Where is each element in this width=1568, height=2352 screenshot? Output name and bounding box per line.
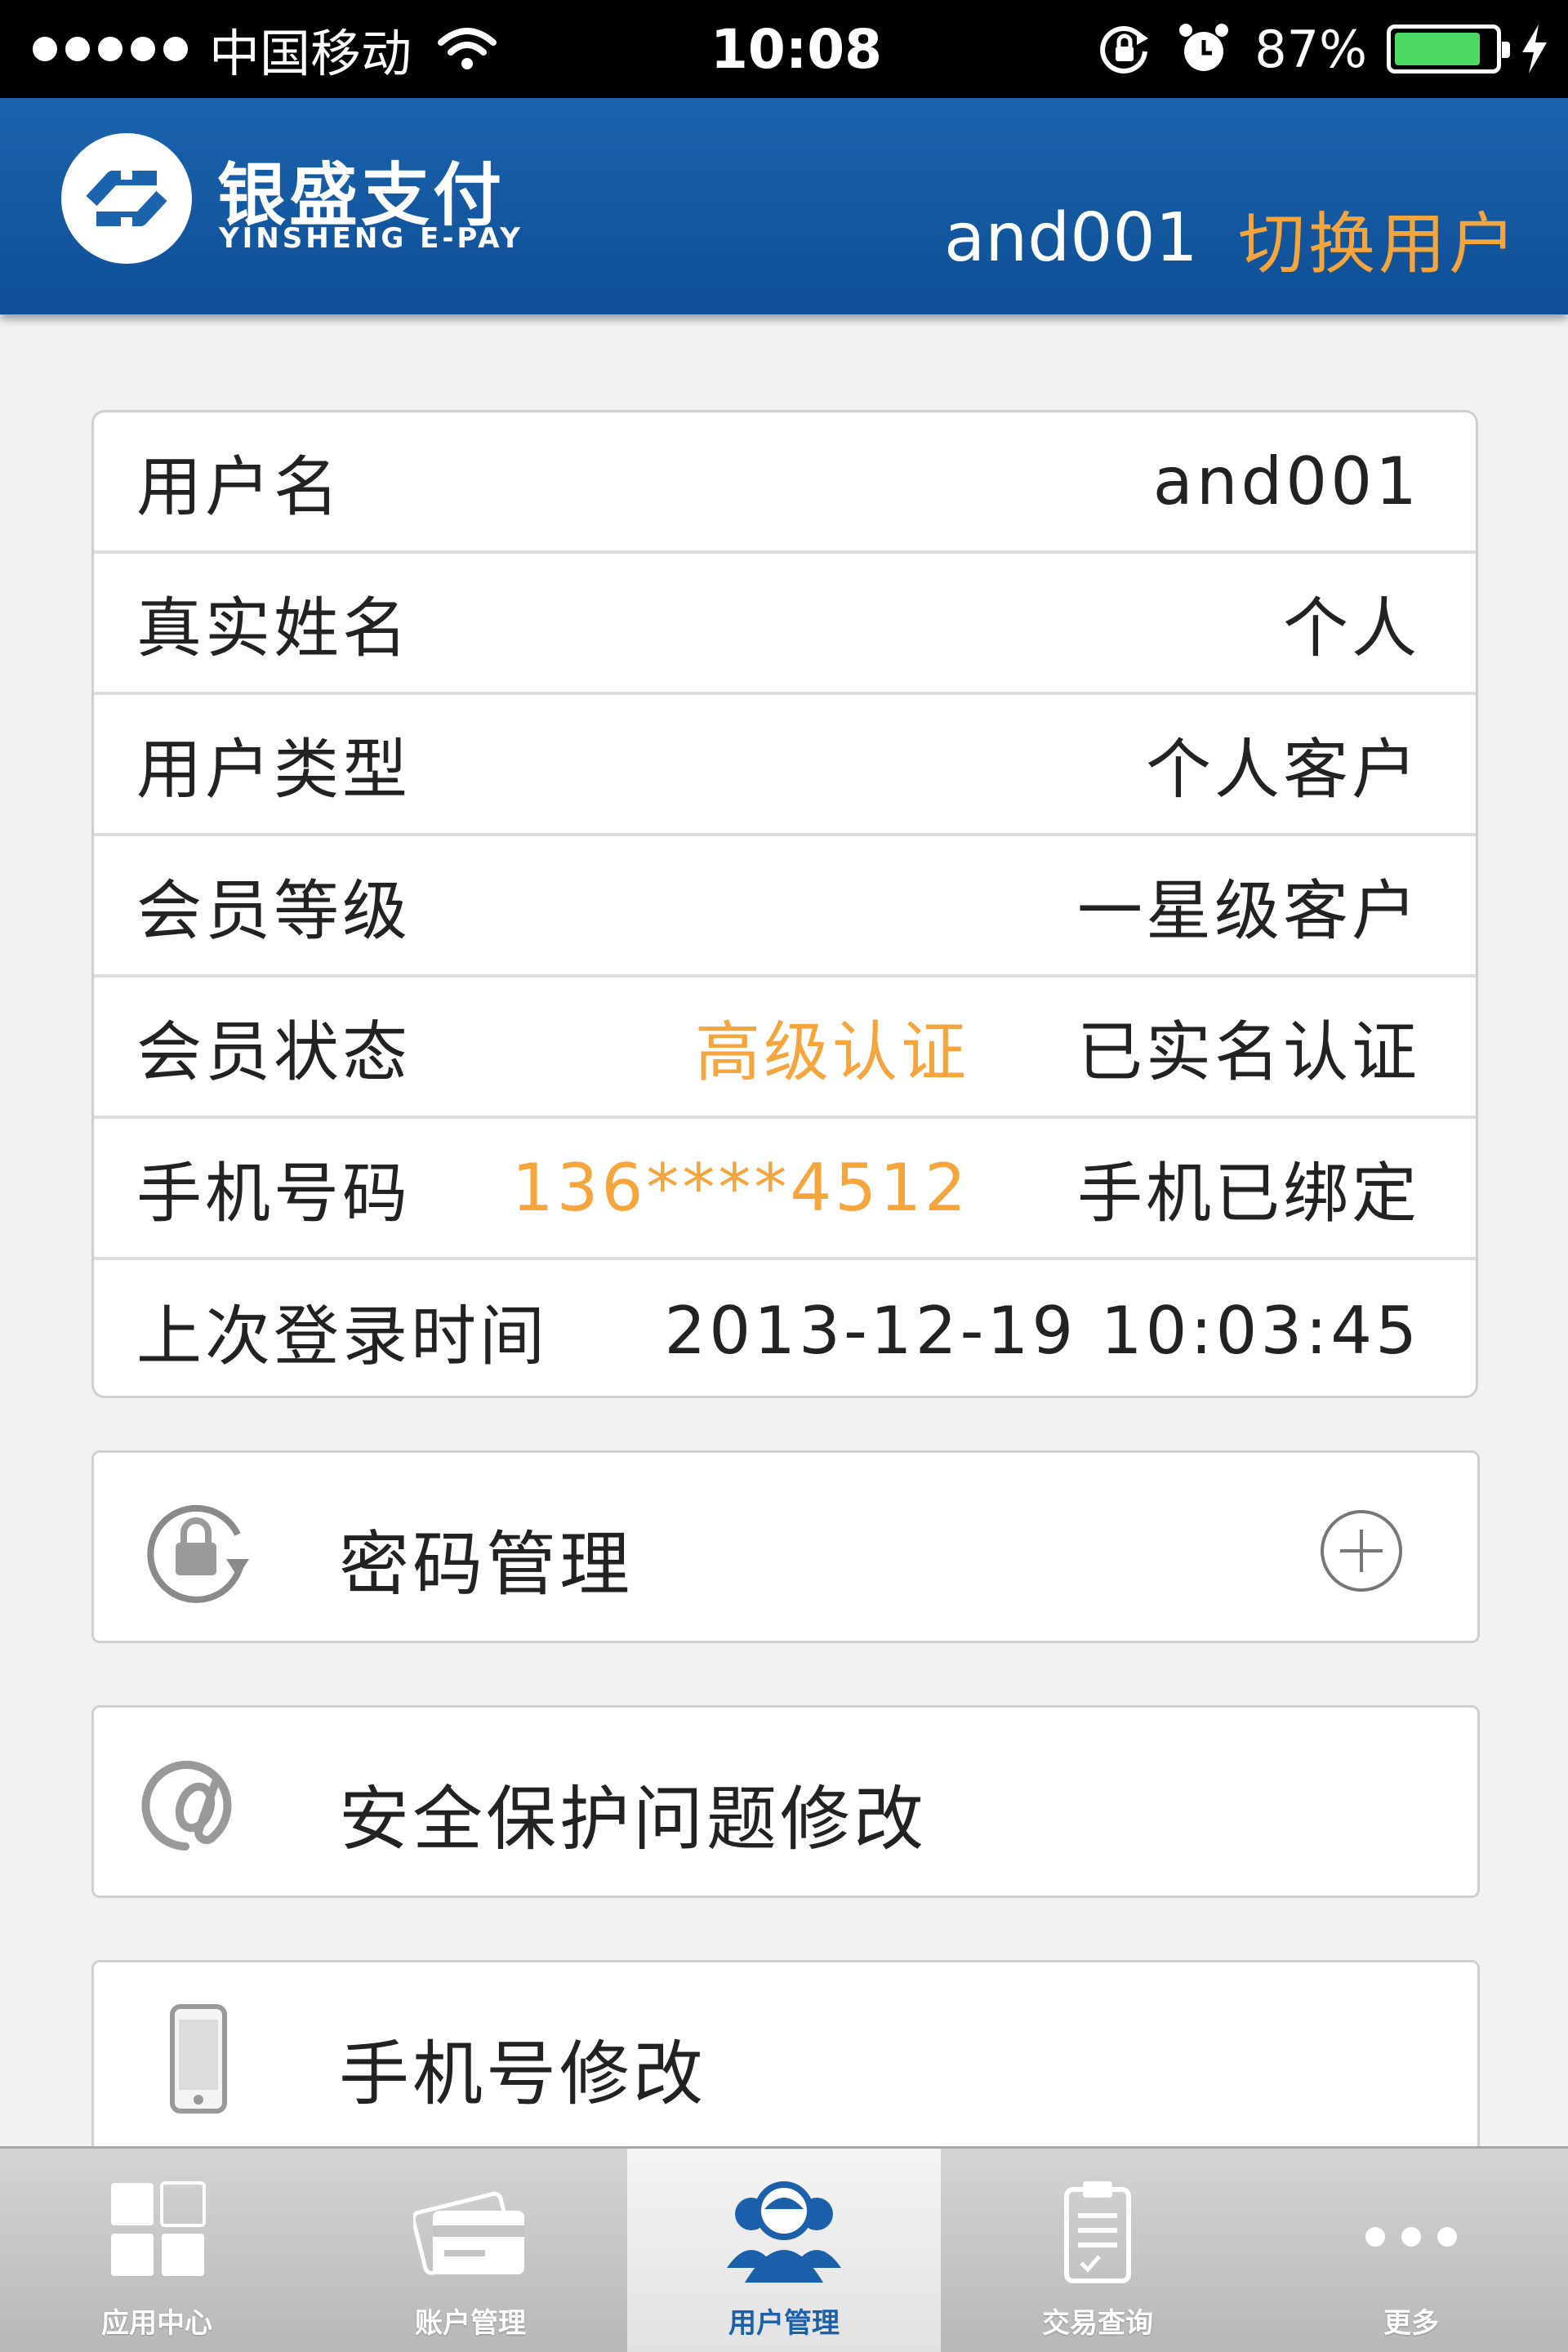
lock-rotate-icon [147, 1504, 249, 1603]
phone-number-masked: 136****4512 [511, 1150, 969, 1226]
info-value: 个人客户 [1146, 731, 1420, 808]
info-value: 已实名认证 [1077, 1013, 1420, 1090]
tab-app-center[interactable]: 应用中心 [0, 2149, 314, 2352]
users-icon [727, 2181, 841, 2283]
app-header: 银盛支付 YINSHENG E-PAY and001 切换用户 [0, 98, 1568, 314]
advanced-verification-link[interactable]: 高级认证 [695, 1000, 969, 1094]
action-label: 密码管理 [339, 1524, 633, 1606]
info-label: 会员状态 [136, 1013, 411, 1090]
tab-user-management[interactable]: 用户管理 [627, 2149, 941, 2352]
wifi-icon [438, 28, 497, 69]
current-username: and001 [944, 199, 1198, 277]
security-question-item[interactable]: 安全保护问题修改 [91, 1705, 1480, 1898]
info-row-last-login: 上次登录时间 2013-12-19 10:03:45 [94, 1260, 1476, 1396]
info-value: 2013-12-19 10:03:45 [664, 1293, 1420, 1369]
info-label: 会员等级 [136, 872, 411, 949]
password-management-item[interactable]: 密码管理 [91, 1450, 1480, 1643]
info-row-real-name: 真实姓名 个人 [94, 554, 1476, 695]
tab-transaction-query[interactable]: 交易查询 [941, 2149, 1254, 2352]
at-sign-icon [141, 1761, 232, 1851]
tab-label: 应用中心 [101, 2307, 212, 2340]
info-row-username: 用户名 and001 [94, 412, 1476, 554]
info-value: 个人 [1283, 590, 1420, 666]
clipboard-icon [1064, 2181, 1131, 2283]
action-label: 安全保护问题修改 [339, 1779, 927, 1860]
info-row-user-type: 用户类型 个人客户 [94, 695, 1476, 836]
status-bar: 中国移动 10:08 87% [0, 0, 1568, 98]
mobile-phone-icon [170, 2004, 227, 2114]
rotation-lock-icon [1100, 26, 1149, 74]
info-label: 用户名 [136, 448, 342, 525]
switch-user-button[interactable]: 切换用户 [1238, 189, 1519, 287]
info-label: 上次登录时间 [136, 1298, 548, 1374]
info-label: 用户类型 [136, 731, 411, 808]
tab-account-management[interactable]: 账户管理 [314, 2149, 627, 2352]
signal-dots-icon [33, 37, 196, 61]
battery-percent: 87% [1254, 19, 1367, 79]
tab-more[interactable]: 更多 [1254, 2149, 1568, 2352]
tab-label: 交易查询 [1042, 2307, 1153, 2340]
info-label: 真实姓名 [136, 590, 411, 666]
more-dots-icon [1365, 2227, 1457, 2247]
logo-english-text: YINSHENG E-PAY [219, 222, 523, 255]
user-info-card: 用户名 and001 真实姓名 个人 用户类型 个人客户 会员等级 一星级客户 … [91, 410, 1478, 1398]
action-label: 手机号修改 [339, 2034, 706, 2115]
info-value: 一星级客户 [1077, 872, 1420, 949]
bottom-tab-bar: 应用中心 账户管理 用户管理 交易查询 更多 [0, 2146, 1568, 2352]
carrier-name: 中国移动 [209, 24, 412, 83]
tab-label: 更多 [1383, 2307, 1439, 2340]
tab-label: 用户管理 [728, 2307, 840, 2340]
alarm-icon [1179, 24, 1229, 71]
info-value: 手机已绑定 [1077, 1155, 1420, 1232]
app-grid-icon [111, 2181, 206, 2276]
info-label: 手机号码 [136, 1155, 411, 1232]
charging-bolt-icon [1522, 24, 1547, 74]
bank-card-icon [413, 2191, 524, 2275]
info-row-member-status: 会员状态 高级认证 已实名认证 [94, 978, 1476, 1119]
yinsheng-logo-icon [61, 133, 192, 264]
tab-label: 账户管理 [415, 2307, 526, 2340]
info-row-phone: 手机号码 136****4512 手机已绑定 [94, 1119, 1476, 1260]
info-row-member-level: 会员等级 一星级客户 [94, 836, 1476, 978]
status-time: 10:08 [710, 18, 883, 81]
battery-icon [1387, 24, 1510, 74]
plus-circle-icon[interactable] [1319, 1508, 1404, 1593]
info-value: and001 [1152, 443, 1420, 519]
